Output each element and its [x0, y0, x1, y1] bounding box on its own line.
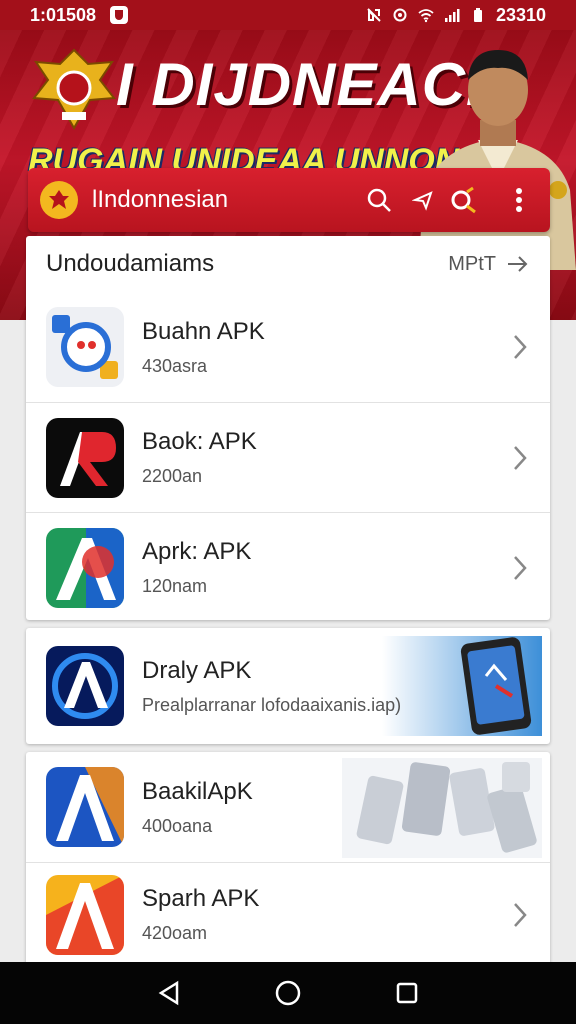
send-icon[interactable] [406, 183, 440, 217]
list-item[interactable]: Baok: APK 2200an [26, 402, 550, 512]
app-subtitle: 430asra [142, 355, 208, 376]
status-right-text: 23310 [495, 4, 546, 25]
status-time: 1:01508 [30, 4, 97, 25]
app-name: Sparh APK [142, 885, 260, 912]
promo-subtitle: Prealplarranar lofodaaixanis.iap) [142, 694, 402, 715]
wifi-icon [418, 9, 434, 23]
status-bar: 1:01508 23310 [0, 0, 576, 30]
app-name: Baok: APK [142, 428, 257, 455]
list-item[interactable]: BaakilApK 400oana [26, 752, 550, 862]
back-icon [158, 980, 179, 1006]
promo-name: Draly APK [142, 656, 252, 684]
sync-icon [393, 8, 407, 22]
list-item[interactable]: Buahn APK 430asra [26, 292, 550, 402]
promo-row[interactable]: Draly APK Prealplarranar lofodaaixanis.i… [26, 628, 550, 744]
app-subtitle: 2200an [142, 466, 203, 486]
back-button[interactable] [154, 978, 184, 1008]
app-icon [46, 527, 124, 608]
app-icon [46, 874, 124, 955]
arrow-right-icon[interactable] [506, 252, 530, 276]
mute-icon [367, 8, 381, 22]
app-subtitle: 420oam [142, 923, 208, 943]
system-nav-bar [0, 962, 576, 1024]
app-icon [46, 646, 124, 726]
app-name: BaakilApK [142, 777, 253, 805]
section-header: Undoudamiams MPtT [26, 236, 550, 292]
apps-section: Undoudamiams MPtT Buahn APK 430asra Baok… [26, 236, 550, 620]
promo-card[interactable]: Draly APK Prealplarranar lofodaaixanis.i… [26, 628, 550, 744]
signal-icon [444, 9, 460, 22]
list-item[interactable]: Sparh APK 420oam [26, 862, 550, 966]
indonesia-emblem-icon [40, 181, 78, 219]
section-title: Undoudamiams [46, 250, 215, 277]
home-button[interactable] [273, 978, 303, 1008]
status-icons: 23310 [366, 5, 546, 26]
app-subtitle: 120nam [142, 576, 208, 596]
list-item[interactable]: Aprk: APK 120nam [26, 512, 550, 622]
app-icon [46, 767, 124, 847]
app-icon [46, 307, 124, 387]
app-subtitle: 400oana [142, 815, 213, 836]
battery-icon [473, 8, 482, 22]
section-more-label[interactable]: MPtT [448, 253, 496, 276]
apps-list-2: BaakilApK 400oana Sparh APK 420oam [26, 752, 550, 966]
chevron-right-icon [514, 335, 527, 359]
home-icon [275, 980, 301, 1006]
search-header: lIndonnesian [28, 168, 550, 232]
garuda-emblem-icon [32, 48, 116, 131]
recents-icon [396, 982, 417, 1004]
search-label[interactable]: lIndonnesian [92, 186, 228, 214]
more-vert-icon[interactable] [502, 183, 536, 217]
app-name: Aprk: APK [142, 538, 252, 565]
chevron-right-icon [514, 445, 527, 470]
app-name: Buahn APK [142, 317, 265, 345]
chevron-right-icon [514, 902, 527, 927]
shield-icon [110, 6, 129, 24]
recents-button[interactable] [392, 978, 422, 1008]
app-icon [46, 417, 124, 498]
chevron-right-icon [514, 555, 527, 580]
filter-icon[interactable] [446, 183, 480, 217]
search-icon[interactable] [362, 183, 396, 217]
